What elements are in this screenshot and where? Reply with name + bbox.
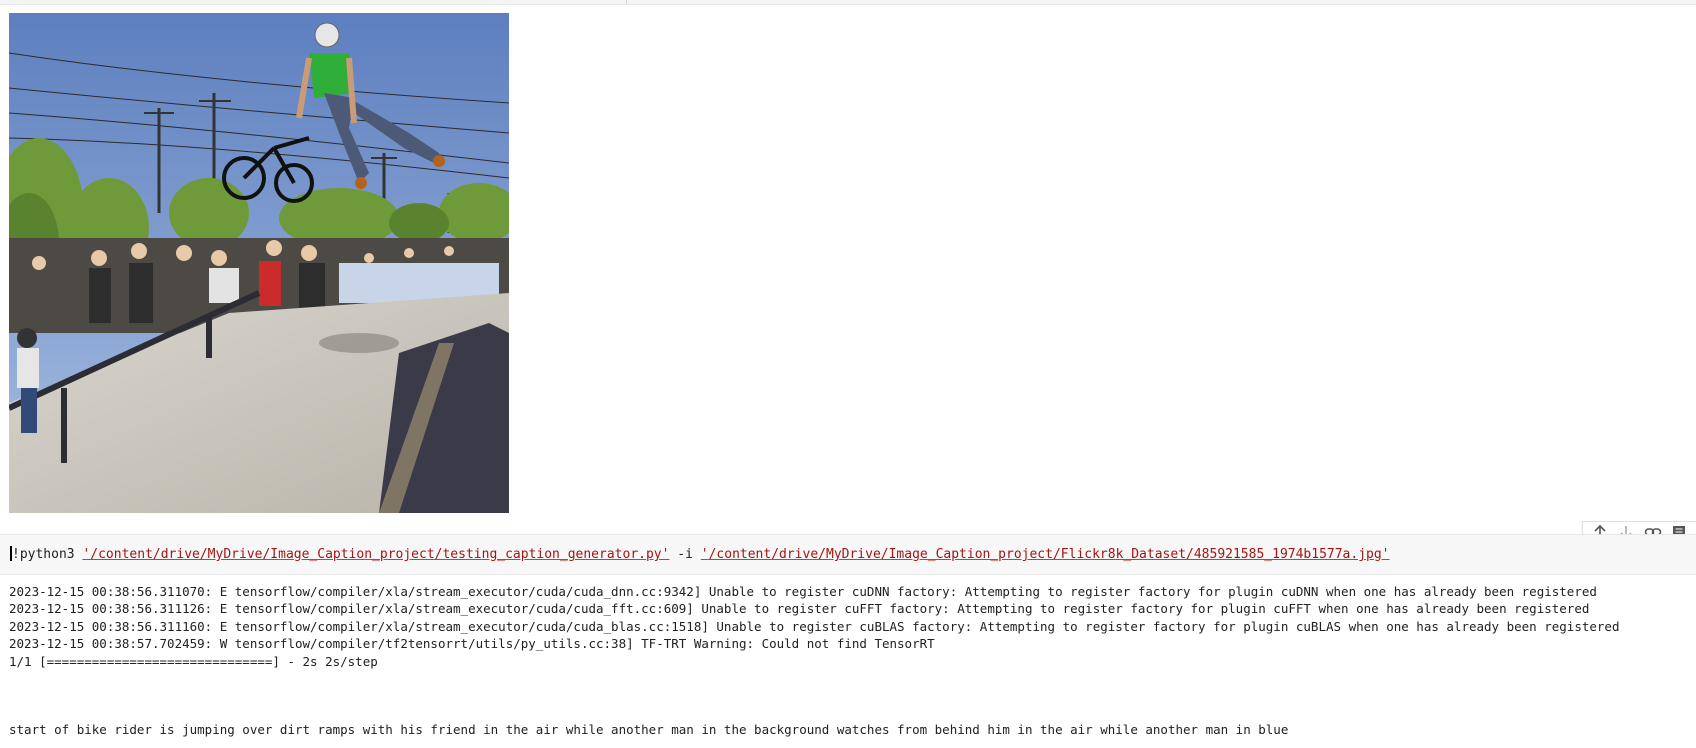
shell-command: !python3 (12, 547, 75, 562)
script-path-string: '/content/drive/MyDrive/Image_Caption_pr… (82, 547, 670, 562)
generated-caption: start of bike rider is jumping over dirt… (9, 722, 1289, 737)
log-line: 2023-12-15 00:38:56.311070: E tensorflow… (9, 584, 1597, 599)
log-line: 2023-12-15 00:38:56.311126: E tensorflow… (9, 601, 1590, 617)
previous-cell-edge (0, 0, 1696, 5)
image-path-string: '/content/drive/MyDrive/Image_Caption_pr… (700, 547, 1390, 562)
bmx-skatepark-photo-icon (9, 13, 509, 513)
log-line: 2023-12-15 00:38:57.702459: W tensorflow… (9, 636, 935, 652)
code-cell-editor[interactable]: !python3 '/content/drive/MyDrive/Image_C… (0, 534, 1696, 575)
input-flag: -i (677, 547, 693, 562)
code-line[interactable]: !python3 '/content/drive/MyDrive/Image_C… (10, 546, 1390, 563)
output-image (9, 13, 509, 513)
cell-output-log: 2023-12-15 00:38:56.311070: E tensorflow… (9, 583, 1620, 670)
log-line: 2023-12-15 00:38:56.311160: E tensorflow… (9, 618, 1620, 634)
progress-line: 1/1 [==============================] - 2… (9, 653, 378, 669)
split-divider (626, 0, 627, 5)
